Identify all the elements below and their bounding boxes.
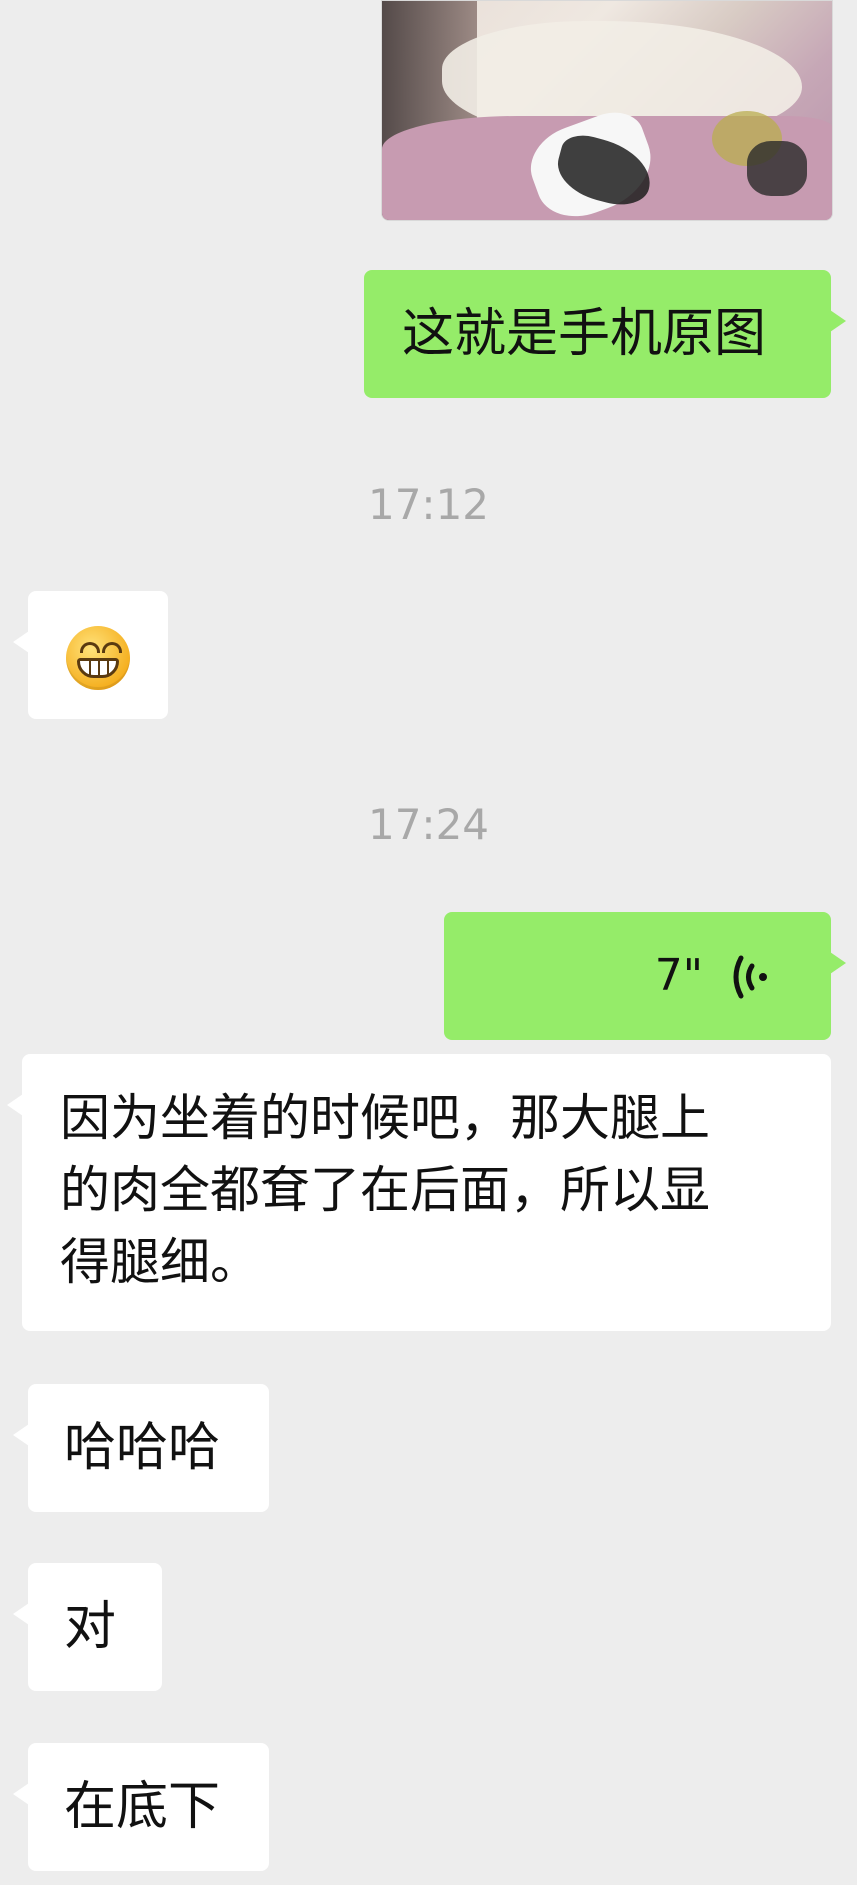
photo-message[interactable] [381,0,833,221]
received-message-bubble[interactable]: 因为坐着的时候吧，那大腿上 的肉全都耷了在后面，所以显 得腿细。 [7,1054,831,1331]
message-text-line: 的肉全都耷了在后面，所以显 [60,1161,710,1219]
message-text-line: 得腿细。 [60,1233,260,1291]
message-text: 哈哈哈 [64,1418,221,1478]
emoji-tooth [98,661,100,675]
grinning-face-icon [66,626,130,690]
voice-message-bubble[interactable]: 7" [444,912,846,1040]
message-text: 这就是手机原图 [402,304,767,364]
emoji-tooth [107,661,109,675]
emoji-mouth [77,658,119,678]
message-text: 在底下 [64,1777,221,1837]
sent-message-bubble[interactable]: 这就是手机原图 [364,270,846,398]
voice-wave-icon [733,955,767,999]
received-message-bubble[interactable]: 对 [13,1563,162,1691]
photo-pattern [747,141,807,196]
timestamp: 17:24 [367,800,490,849]
voice-duration: 7" [654,950,703,1001]
emoji-eye [102,642,122,653]
received-message-bubble[interactable]: 在底下 [13,1743,269,1871]
emoji-eye [80,642,100,653]
message-text-line: 因为坐着的时候吧，那大腿上 [60,1089,710,1147]
message-text: 对 [64,1597,117,1657]
received-emoji-bubble[interactable] [13,591,168,719]
emoji-tooth [89,661,91,675]
received-message-bubble[interactable]: 哈哈哈 [13,1384,269,1512]
timestamp: 17:12 [367,480,490,529]
